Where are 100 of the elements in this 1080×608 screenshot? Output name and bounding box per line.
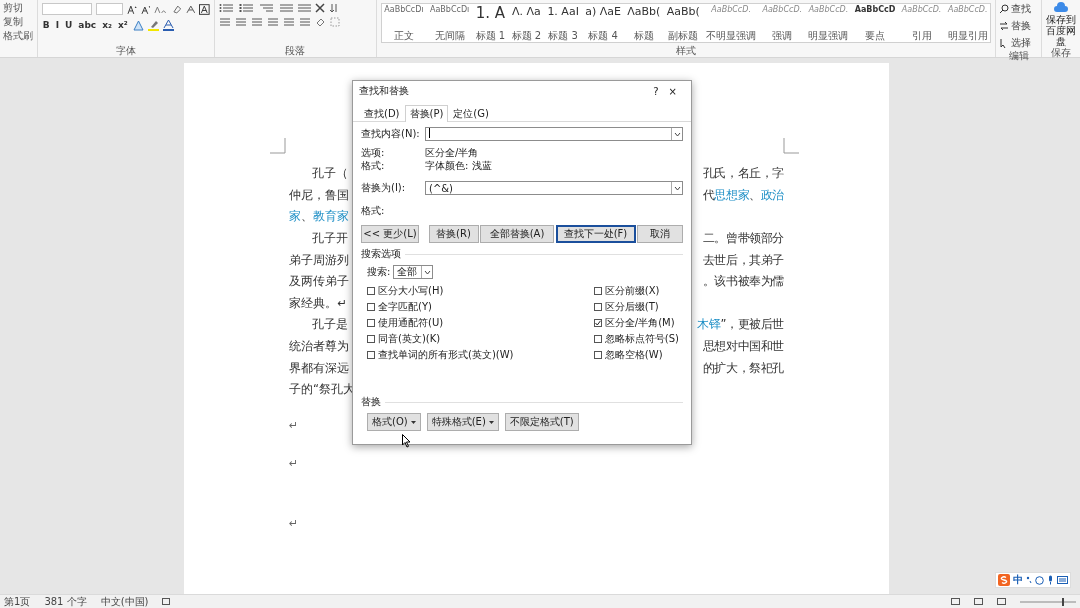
bullet-list-icon[interactable] bbox=[218, 3, 235, 13]
grow-font-icon[interactable] bbox=[127, 4, 137, 14]
style-item[interactable]: AaBbCcD. 明显强调 bbox=[805, 4, 852, 42]
search-direction-dropdown[interactable]: 全部 bbox=[393, 265, 434, 279]
close-button[interactable]: × bbox=[662, 85, 683, 97]
web-layout-icon[interactable] bbox=[997, 598, 1006, 605]
body-text: 二。曾带领部分 bbox=[702, 231, 784, 247]
sort-icon[interactable] bbox=[328, 3, 339, 13]
macro-icon[interactable] bbox=[162, 598, 171, 605]
highlight-icon[interactable] bbox=[147, 19, 159, 31]
punctuation-icon[interactable] bbox=[1026, 576, 1032, 584]
style-name: 标题 3 bbox=[548, 30, 578, 41]
microphone-icon[interactable] bbox=[1047, 575, 1054, 585]
checkbox[interactable] bbox=[593, 318, 602, 327]
print-layout-icon[interactable] bbox=[974, 598, 983, 605]
clear-format-icon[interactable] bbox=[171, 4, 182, 14]
field-label: 搜索: bbox=[367, 265, 391, 279]
read-mode-icon[interactable] bbox=[951, 598, 960, 605]
group-label: 字体 bbox=[114, 45, 137, 57]
format-button[interactable]: x₂ bbox=[101, 20, 113, 30]
style-item[interactable]: AaBb( 副标题 bbox=[664, 4, 703, 42]
checkbox[interactable] bbox=[593, 334, 602, 343]
text-cursor-icon bbox=[429, 128, 431, 138]
dialog-button[interactable]: 特殊格式(E) bbox=[426, 413, 499, 431]
dialog-button[interactable]: 取消 bbox=[637, 225, 683, 243]
dialog-button[interactable]: << 更少(L) bbox=[361, 225, 419, 243]
style-item[interactable]: AaBbCcD. 不明显强调 bbox=[703, 4, 759, 42]
format-button[interactable]: U bbox=[64, 20, 74, 30]
dialog-tab[interactable]: 替换(P) bbox=[404, 105, 449, 122]
font-size-field[interactable] bbox=[96, 3, 124, 15]
style-item[interactable]: 1. AaI 标题 3 bbox=[544, 4, 582, 42]
checkbox[interactable] bbox=[367, 318, 375, 327]
group-label: 段落 bbox=[284, 45, 307, 57]
ime-mode-button[interactable]: 中 bbox=[1013, 573, 1023, 587]
clipboard-button[interactable]: 格式刷 bbox=[3, 30, 34, 41]
editing-button[interactable]: 替换 bbox=[1011, 19, 1032, 33]
clipboard-button[interactable]: 复制 bbox=[3, 16, 34, 27]
style-preview: AaBbCcDı bbox=[384, 6, 424, 14]
style-item[interactable]: AaBbCcDı 无间隔 bbox=[427, 4, 472, 42]
dialog-button[interactable]: 查找下一处(F) bbox=[555, 225, 636, 243]
font-name-field[interactable] bbox=[41, 3, 92, 15]
editing-button[interactable]: 查找 bbox=[1011, 2, 1032, 16]
style-preview: AaBb( bbox=[666, 6, 700, 17]
find-field[interactable] bbox=[425, 127, 683, 141]
dialog-button[interactable]: 替换(R) bbox=[428, 225, 479, 243]
style-item[interactable]: AaBbCcD. 引用 bbox=[899, 4, 945, 42]
font-color-icon[interactable] bbox=[162, 19, 174, 31]
dialog-button[interactable]: 不限定格式(T) bbox=[504, 413, 579, 431]
format-button[interactable]: I bbox=[54, 20, 60, 30]
style-item[interactable]: AaBbCcD 要点 bbox=[852, 4, 899, 42]
paragraph-mark: ↵ bbox=[289, 456, 299, 470]
checkbox-label: 忽略空格(W) bbox=[604, 347, 663, 362]
style-item[interactable]: AaBbCcD. 明显引用 bbox=[945, 4, 991, 42]
help-button[interactable]: ? bbox=[653, 85, 659, 97]
style-item[interactable]: 1. A 标题 1 bbox=[472, 4, 508, 42]
checkbox[interactable] bbox=[367, 334, 375, 343]
checkbox-label: 区分大小写(H) bbox=[378, 283, 444, 298]
editing-button[interactable]: 选择 bbox=[1011, 36, 1032, 50]
save-to-cloud-button[interactable]: 保存到百度网盘 bbox=[1043, 14, 1079, 47]
dialog-button[interactable]: 全部替换(A) bbox=[480, 225, 554, 243]
checkbox-label: 使用通配符(U) bbox=[378, 315, 444, 330]
text-effect-icon[interactable] bbox=[132, 19, 144, 31]
format-button[interactable]: x² bbox=[116, 20, 129, 30]
numbered-list-icon[interactable] bbox=[238, 3, 255, 13]
dialog-tab[interactable]: 定位(G) bbox=[448, 105, 494, 121]
char-border-icon[interactable] bbox=[199, 3, 210, 15]
cross-icon[interactable] bbox=[314, 3, 325, 13]
checkbox[interactable] bbox=[367, 286, 375, 295]
body-text: 及两传弟子 bbox=[289, 274, 349, 290]
replace-field[interactable]: (^&) bbox=[425, 181, 683, 195]
checkbox[interactable] bbox=[593, 302, 602, 311]
field-value: 全部 bbox=[396, 265, 419, 279]
format-button[interactable]: B bbox=[41, 20, 51, 30]
keyboard-icon[interactable] bbox=[1057, 576, 1068, 584]
page-count: 第1页 bbox=[4, 595, 31, 608]
checkbox[interactable] bbox=[367, 302, 375, 311]
corner-mark bbox=[270, 138, 286, 154]
style-item[interactable]: AaBbCcDı 正文 bbox=[381, 4, 427, 42]
body-text: 家经典。↵ bbox=[289, 295, 347, 311]
checkbox[interactable] bbox=[367, 350, 375, 359]
group-label: 保存 bbox=[1050, 47, 1072, 58]
dialog-button[interactable]: 格式(O) bbox=[367, 413, 421, 431]
checkbox[interactable] bbox=[593, 286, 602, 295]
emoji-icon[interactable] bbox=[1035, 575, 1044, 585]
zoom-slider-icon[interactable] bbox=[1020, 597, 1076, 606]
style-item[interactable]: ΛaBb( 标题 bbox=[624, 4, 664, 42]
style-item[interactable]: Λ. Λa 标题 2 bbox=[508, 4, 544, 42]
dialog-tab[interactable]: 查找(D) bbox=[359, 105, 405, 121]
ime-logo-icon[interactable] bbox=[998, 574, 1010, 586]
checkbox-label: 区分后缀(T) bbox=[604, 299, 659, 314]
language-indicator[interactable]: 中文(中国) bbox=[100, 595, 149, 608]
body-text: 孔子（ bbox=[311, 166, 348, 182]
multilevel-list-icon[interactable] bbox=[258, 3, 275, 13]
checkbox[interactable] bbox=[593, 350, 602, 359]
shrink-font-icon[interactable] bbox=[140, 4, 151, 14]
style-item[interactable]: AaBbCcD. 强调 bbox=[759, 4, 805, 42]
clipboard-button[interactable]: 剪切 bbox=[3, 2, 34, 13]
style-name: 标题 bbox=[633, 30, 654, 41]
format-button[interactable]: abc bbox=[77, 20, 98, 30]
style-item[interactable]: a) ΛaE 标题 4 bbox=[582, 4, 624, 42]
